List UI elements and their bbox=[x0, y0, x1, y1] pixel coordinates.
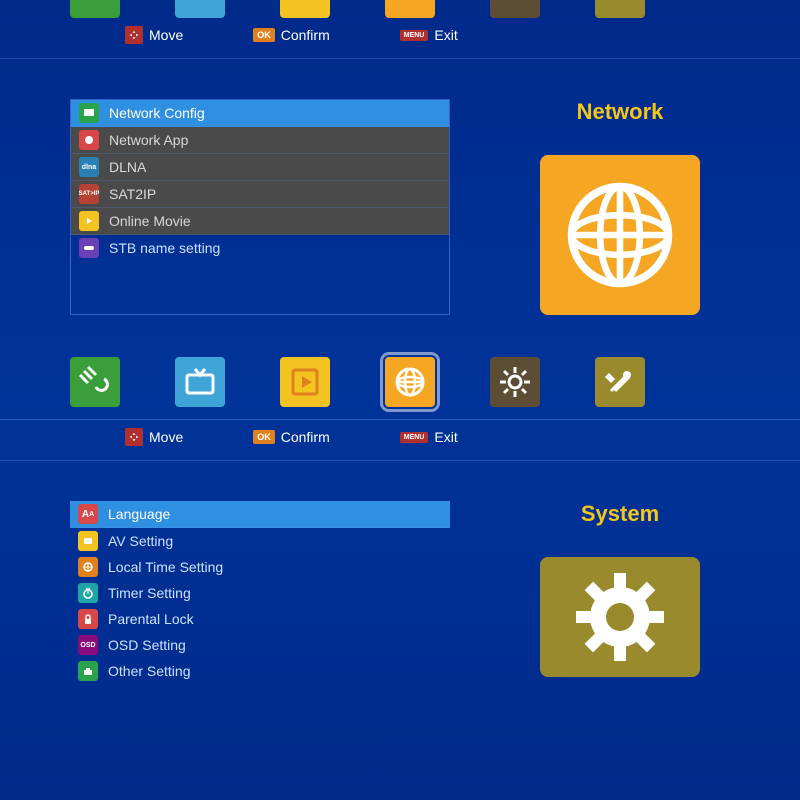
menu-item-label: Network Config bbox=[109, 105, 205, 121]
hint-confirm-label: Confirm bbox=[281, 429, 330, 445]
menu-item-label: OSD Setting bbox=[108, 637, 186, 653]
nav-tv-icon[interactable] bbox=[175, 0, 225, 18]
menu-item-osd[interactable]: OSD OSD Setting bbox=[70, 632, 450, 658]
menu-item-timer[interactable]: Timer Setting bbox=[70, 580, 450, 606]
language-icon: AA bbox=[78, 504, 98, 524]
key-hints-row: Move OK Confirm MENU Exit bbox=[0, 18, 800, 58]
menu-item-label: Parental Lock bbox=[108, 611, 194, 627]
hint-move-label: Move bbox=[149, 27, 183, 43]
menu-item-parental-lock[interactable]: Parental Lock bbox=[70, 606, 450, 632]
hint-exit: MENU Exit bbox=[400, 429, 458, 445]
dpad-icon bbox=[125, 428, 143, 446]
system-panel: AA Language AV Setting Local Time Settin… bbox=[0, 460, 800, 684]
globe-icon bbox=[565, 180, 675, 290]
hint-confirm-label: Confirm bbox=[281, 27, 330, 43]
gear-icon bbox=[570, 567, 670, 667]
system-big-icon bbox=[540, 557, 700, 677]
nav-tools-icon[interactable] bbox=[595, 357, 645, 407]
nav-satellite-icon[interactable] bbox=[70, 0, 120, 18]
menu-item-label: Local Time Setting bbox=[108, 559, 223, 575]
dlna-icon: dlna bbox=[79, 157, 99, 177]
osd-icon: OSD bbox=[78, 635, 98, 655]
hint-exit-label: Exit bbox=[434, 27, 457, 43]
nav-tv-icon[interactable] bbox=[175, 357, 225, 407]
menu-item-label: Online Movie bbox=[109, 213, 191, 229]
menu-badge: MENU bbox=[400, 432, 429, 443]
menu-item-network-app[interactable]: Network App bbox=[71, 127, 449, 154]
system-side: System bbox=[510, 501, 730, 684]
hint-move-label: Move bbox=[149, 429, 183, 445]
nav-system-icon[interactable] bbox=[490, 357, 540, 407]
nav-media-icon[interactable] bbox=[280, 357, 330, 407]
system-menu-list: AA Language AV Setting Local Time Settin… bbox=[70, 501, 450, 684]
page-title: System bbox=[581, 501, 659, 527]
toolbox-icon bbox=[78, 661, 98, 681]
menu-item-network-config[interactable]: Network Config bbox=[71, 100, 449, 127]
stb-icon bbox=[79, 238, 99, 258]
nav-tools-icon[interactable] bbox=[595, 0, 645, 18]
menu-badge: MENU bbox=[400, 30, 429, 41]
av-icon bbox=[78, 531, 98, 551]
menu-item-dlna[interactable]: dlna DLNA bbox=[71, 154, 449, 181]
movie-icon bbox=[79, 211, 99, 231]
hint-confirm: OK Confirm bbox=[253, 27, 330, 43]
nav-media-icon[interactable] bbox=[280, 0, 330, 18]
hint-confirm: OK Confirm bbox=[253, 429, 330, 445]
network-side: Network bbox=[510, 99, 730, 315]
lock-icon bbox=[78, 609, 98, 629]
hint-exit-label: Exit bbox=[434, 429, 457, 445]
ok-badge: OK bbox=[253, 28, 275, 42]
menu-item-sat2ip[interactable]: SAT>IP SAT2IP bbox=[71, 181, 449, 208]
ok-badge: OK bbox=[253, 430, 275, 444]
dpad-icon bbox=[125, 26, 143, 44]
timer-icon bbox=[78, 583, 98, 603]
nav-network-icon[interactable] bbox=[385, 0, 435, 18]
satip-icon: SAT>IP bbox=[79, 184, 99, 204]
hint-move: Move bbox=[125, 26, 183, 44]
nav-system-icon[interactable] bbox=[490, 0, 540, 18]
menu-item-label: STB name setting bbox=[109, 240, 220, 256]
menu-item-label: Network App bbox=[109, 132, 188, 148]
menu-item-label: DLNA bbox=[109, 159, 146, 175]
nav-network-icon[interactable] bbox=[385, 357, 435, 407]
menu-item-label: Timer Setting bbox=[108, 585, 191, 601]
menu-item-online-movie[interactable]: Online Movie bbox=[71, 208, 449, 235]
config-icon bbox=[79, 103, 99, 123]
menu-item-language[interactable]: AA Language bbox=[70, 501, 450, 528]
network-big-icon bbox=[540, 155, 700, 315]
network-menu-list: Network Config Network App dlna DLNA SAT… bbox=[70, 99, 450, 315]
menu-item-label: SAT2IP bbox=[109, 186, 156, 202]
menu-item-label: AV Setting bbox=[108, 533, 173, 549]
hint-move: Move bbox=[125, 428, 183, 446]
menu-item-av[interactable]: AV Setting bbox=[70, 528, 450, 554]
menu-item-other[interactable]: Other Setting bbox=[70, 658, 450, 684]
nav-icon-row-partial bbox=[0, 0, 800, 18]
key-hints-row: Move OK Confirm MENU Exit bbox=[0, 420, 800, 460]
app-icon bbox=[79, 130, 99, 150]
menu-item-local-time[interactable]: Local Time Setting bbox=[70, 554, 450, 580]
globe-small-icon bbox=[78, 557, 98, 577]
page-title: Network bbox=[577, 99, 664, 125]
menu-item-label: Other Setting bbox=[108, 663, 191, 679]
nav-icon-row bbox=[0, 345, 800, 420]
network-panel: Network Config Network App dlna DLNA SAT… bbox=[0, 58, 800, 345]
menu-item-label: Language bbox=[108, 506, 170, 522]
hint-exit: MENU Exit bbox=[400, 27, 458, 43]
nav-satellite-icon[interactable] bbox=[70, 357, 120, 407]
menu-item-stb-name[interactable]: STB name setting bbox=[71, 235, 449, 261]
